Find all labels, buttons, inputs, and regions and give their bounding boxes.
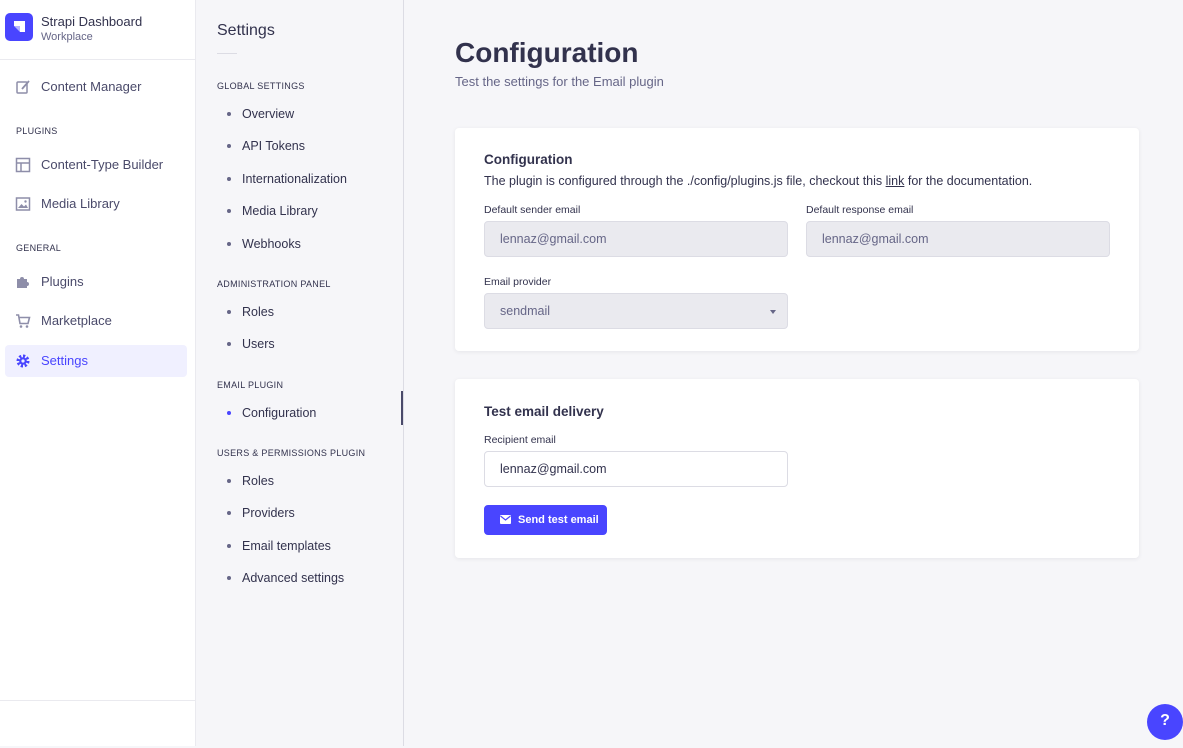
- cart-icon: [16, 314, 31, 328]
- subnav-item-up-email-templates[interactable]: Email templates: [217, 534, 403, 558]
- subnav-item-up-advanced-settings[interactable]: Advanced settings: [217, 566, 403, 590]
- nav-media-library[interactable]: Media Library: [5, 188, 187, 220]
- strapi-logo-icon: [5, 13, 33, 41]
- bullet-icon: [227, 544, 231, 548]
- recipient-email-label: Recipient email: [484, 434, 556, 446]
- description-text-before: The plugin is configured through the ./c…: [484, 174, 886, 188]
- main-content: Configuration Test the settings for the …: [405, 0, 1183, 746]
- subnav-item-overview[interactable]: Overview: [217, 102, 403, 126]
- test-email-card: Test email delivery Recipient email Send…: [455, 379, 1139, 558]
- bullet-icon: [227, 310, 231, 314]
- send-test-email-label: Send test email: [518, 514, 599, 526]
- subnav-item-label: Overview: [242, 107, 295, 121]
- subnav-item-label: Media Library: [242, 204, 318, 218]
- page-title: Configuration: [455, 37, 639, 68]
- nav-section-plugins: Plugins: [16, 126, 58, 136]
- subnav-item-label: Internationalization: [242, 172, 347, 186]
- main-navigation: Strapi Dashboard Workplace Content Manag…: [0, 0, 196, 746]
- bullet-icon: [227, 242, 231, 246]
- help-button[interactable]: ?: [1147, 704, 1183, 740]
- nav-footer-divider: [0, 700, 195, 701]
- caret-down-icon: [770, 310, 776, 314]
- nav-content-type-builder[interactable]: Content-Type Builder: [5, 149, 187, 181]
- nav-media-library-label: Media Library: [41, 196, 120, 211]
- nav-settings[interactable]: Settings: [5, 345, 187, 377]
- subnav-section-admin: Administration Panel: [217, 279, 331, 289]
- nav-plugins-label: Plugins: [41, 274, 84, 289]
- gear-icon: [16, 354, 30, 368]
- subnav-item-label: Users: [242, 337, 275, 351]
- settings-subnav: Settings Global Settings Overview API To…: [196, 0, 404, 746]
- recipient-email-input[interactable]: [484, 451, 788, 487]
- bullet-icon: [227, 479, 231, 483]
- subnav-item-internationalization[interactable]: Internationalization: [217, 167, 403, 191]
- layout-icon: [15, 157, 31, 173]
- subnav-item-media-library[interactable]: Media Library: [217, 199, 403, 223]
- bullet-icon: [227, 342, 231, 346]
- subnav-item-api-tokens[interactable]: API Tokens: [217, 134, 403, 158]
- subnav-section-global: Global Settings: [217, 81, 305, 91]
- subnav-item-admin-roles[interactable]: Roles: [217, 300, 403, 324]
- documentation-link[interactable]: link: [886, 174, 905, 188]
- nav-plugins[interactable]: Plugins: [5, 266, 187, 298]
- nav-content-manager-label: Content Manager: [41, 79, 142, 94]
- puzzle-icon: [17, 277, 29, 288]
- app-root: Strapi Dashboard Workplace Content Manag…: [0, 0, 1183, 748]
- nav-section-general: General: [16, 243, 62, 253]
- question-icon: ?: [1160, 712, 1170, 729]
- subnav-item-webhooks[interactable]: Webhooks: [217, 232, 403, 256]
- configuration-heading: Configuration: [484, 152, 573, 167]
- description-text-after: for the documentation.: [904, 174, 1033, 188]
- nav-marketplace[interactable]: Marketplace: [5, 305, 187, 337]
- brand-subtitle: Workplace: [41, 31, 93, 43]
- configuration-description: The plugin is configured through the ./c…: [484, 174, 1032, 188]
- subnav-item-label: API Tokens: [242, 139, 306, 153]
- subnav-item-email-configuration[interactable]: Configuration: [217, 391, 403, 425]
- subnav-item-label: Configuration: [242, 406, 317, 420]
- subnav-item-label: Email templates: [242, 539, 331, 553]
- send-test-email-button[interactable]: Send test email: [484, 505, 607, 535]
- email-provider-select[interactable]: sendmail: [484, 293, 788, 329]
- bullet-icon: [227, 209, 231, 213]
- test-email-heading: Test email delivery: [484, 404, 604, 419]
- response-email-label: Default response email: [806, 204, 914, 216]
- image-icon: [15, 197, 31, 211]
- response-email-field[interactable]: lennaz@gmail.com: [806, 221, 1110, 257]
- brand-header[interactable]: Strapi Dashboard Workplace: [0, 0, 195, 60]
- subnav-item-up-roles[interactable]: Roles: [217, 469, 403, 493]
- subnav-title: Settings: [217, 22, 275, 39]
- email-provider-value: sendmail: [500, 304, 551, 318]
- pencil-icon: [16, 80, 30, 94]
- email-provider-label: Email provider: [484, 276, 552, 288]
- brand-title: Strapi Dashboard: [41, 14, 143, 29]
- sender-email-label: Default sender email: [484, 204, 581, 216]
- subnav-item-label: Providers: [242, 506, 295, 520]
- page-subtitle: Test the settings for the Email plugin: [455, 74, 664, 89]
- sender-email-field[interactable]: lennaz@gmail.com: [484, 221, 788, 257]
- nav-content-type-builder-label: Content-Type Builder: [41, 157, 164, 172]
- subnav-item-label: Roles: [242, 305, 274, 319]
- subnav-item-label: Roles: [242, 474, 274, 488]
- bullet-icon: [227, 576, 231, 580]
- configuration-card: Configuration The plugin is configured t…: [455, 128, 1139, 351]
- subnav-item-admin-users[interactable]: Users: [217, 332, 403, 356]
- subnav-item-up-providers[interactable]: Providers: [217, 501, 403, 525]
- subnav-divider: [217, 53, 237, 54]
- bullet-icon: [227, 144, 231, 148]
- bullet-icon: [227, 177, 231, 181]
- bullet-icon: [227, 511, 231, 515]
- bullet-icon: [227, 112, 231, 116]
- bullet-icon: [227, 411, 231, 415]
- nav-settings-label: Settings: [41, 353, 88, 368]
- nav-marketplace-label: Marketplace: [41, 313, 112, 328]
- nav-content-manager[interactable]: Content Manager: [5, 71, 187, 103]
- subnav-item-label: Webhooks: [242, 237, 301, 251]
- subnav-item-label: Advanced settings: [242, 571, 345, 585]
- envelope-icon: [500, 515, 511, 524]
- subnav-section-users-permissions: Users & Permissions Plugin: [217, 448, 366, 458]
- subnav-section-email: Email Plugin: [217, 380, 284, 390]
